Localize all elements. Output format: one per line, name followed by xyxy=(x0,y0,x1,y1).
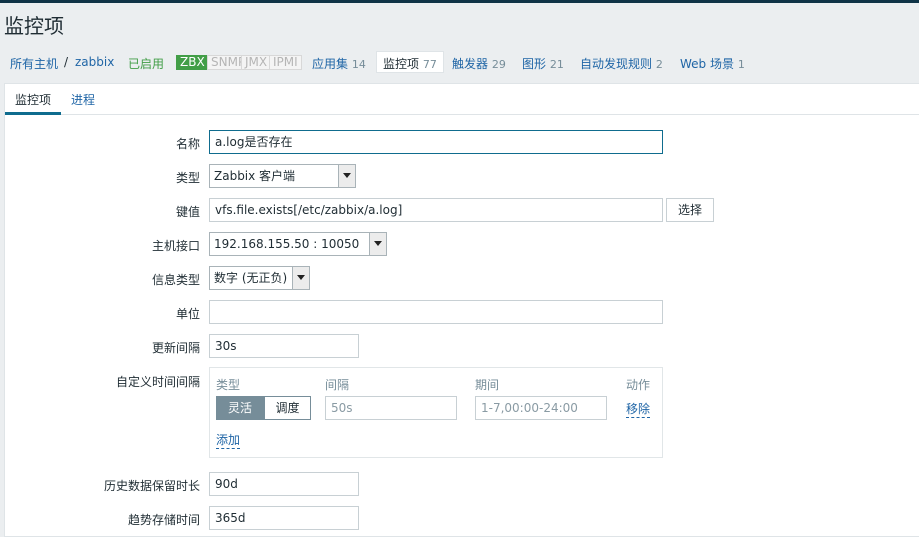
form-subtabs: 监控项 进程 xyxy=(5,84,919,115)
subtab-item[interactable]: 监控项 xyxy=(5,91,61,115)
custom-intervals-label: 自定义时间间隔 xyxy=(115,375,200,389)
remove-interval-link[interactable]: 移除 xyxy=(626,400,651,418)
host-status-enabled[interactable]: 已启用 xyxy=(128,55,164,72)
type-select-value: Zabbix 客户端 xyxy=(214,169,296,183)
scheduling-toggle[interactable]: 调度 xyxy=(264,396,311,420)
top-bar xyxy=(0,0,919,3)
breadcrumb-separator: / xyxy=(64,55,69,69)
page-title: 监控项 xyxy=(4,14,64,38)
trends-input[interactable]: 365d xyxy=(209,506,359,530)
chevron-down-icon[interactable] xyxy=(338,165,355,187)
tab-web-scenarios[interactable]: Web 场景 1 xyxy=(680,55,745,72)
history-input[interactable]: 90d xyxy=(209,472,359,496)
info-type-select[interactable]: 数字 (无正负) xyxy=(209,266,310,290)
custom-intervals-table: 类型 间隔 期间 动作 灵活 调度 50s 1-7,00:00-24:00 移除… xyxy=(209,367,663,458)
name-label: 名称 xyxy=(175,137,200,151)
breadcrumb: 所有主机 / zabbix 已启用 ZBX SNMP JMX IPMI 应用集 … xyxy=(0,46,919,81)
col-interval-header: 间隔 xyxy=(325,378,350,392)
units-label: 单位 xyxy=(175,307,200,321)
zbx-availability-badge: ZBX xyxy=(176,55,209,70)
add-interval-link[interactable]: 添加 xyxy=(216,431,241,449)
breadcrumb-all-hosts[interactable]: 所有主机 xyxy=(10,55,58,72)
subtab-preprocessing[interactable]: 进程 xyxy=(71,91,95,108)
trends-label: 趋势存储时间 xyxy=(127,513,200,527)
select-key-button[interactable]: 选择 xyxy=(666,198,714,222)
info-type-label: 信息类型 xyxy=(151,273,200,287)
tab-graphs[interactable]: 图形 21 xyxy=(522,55,564,72)
interface-select[interactable]: 192.168.155.50 : 10050 xyxy=(209,232,387,256)
interface-select-value: 192.168.155.50 : 10050 xyxy=(214,237,360,251)
type-select[interactable]: Zabbix 客户端 xyxy=(209,164,356,188)
key-label: 键值 xyxy=(175,205,200,219)
tab-items[interactable]: 监控项 77 xyxy=(376,51,444,73)
ipmi-availability-badge: IPMI xyxy=(269,55,302,70)
tab-discovery-rules[interactable]: 自动发现规则 2 xyxy=(580,55,663,72)
flexible-toggle[interactable]: 灵活 xyxy=(216,396,264,420)
type-label: 类型 xyxy=(175,171,200,185)
name-input[interactable]: a.log是否存在 xyxy=(209,130,663,154)
key-input[interactable]: vfs.file.exists[/etc/zabbix/a.log] xyxy=(209,198,663,222)
tab-triggers[interactable]: 触发器 29 xyxy=(452,55,506,72)
tab-applications[interactable]: 应用集 14 xyxy=(312,55,366,72)
history-label: 历史数据保留时长 xyxy=(103,479,200,493)
item-form-panel: 监控项 进程 名称 a.log是否存在 类型 Zabbix 客户端 键值 vfs… xyxy=(4,83,919,537)
info-type-select-value: 数字 (无正负) xyxy=(214,271,288,285)
interface-label: 主机接口 xyxy=(151,239,200,253)
jmx-availability-badge: JMX xyxy=(241,55,272,70)
custom-interval-input[interactable]: 50s xyxy=(325,396,457,420)
update-interval-input[interactable]: 30s xyxy=(209,334,359,358)
col-period-header: 期间 xyxy=(475,378,500,392)
col-action-header: 动作 xyxy=(626,378,651,392)
chevron-down-icon[interactable] xyxy=(292,267,309,289)
col-type-header: 类型 xyxy=(216,378,241,392)
update-interval-label: 更新间隔 xyxy=(151,341,200,355)
chevron-down-icon[interactable] xyxy=(369,233,386,255)
units-input[interactable] xyxy=(209,300,663,324)
breadcrumb-host[interactable]: zabbix xyxy=(75,55,114,69)
custom-period-input[interactable]: 1-7,00:00-24:00 xyxy=(475,396,607,420)
